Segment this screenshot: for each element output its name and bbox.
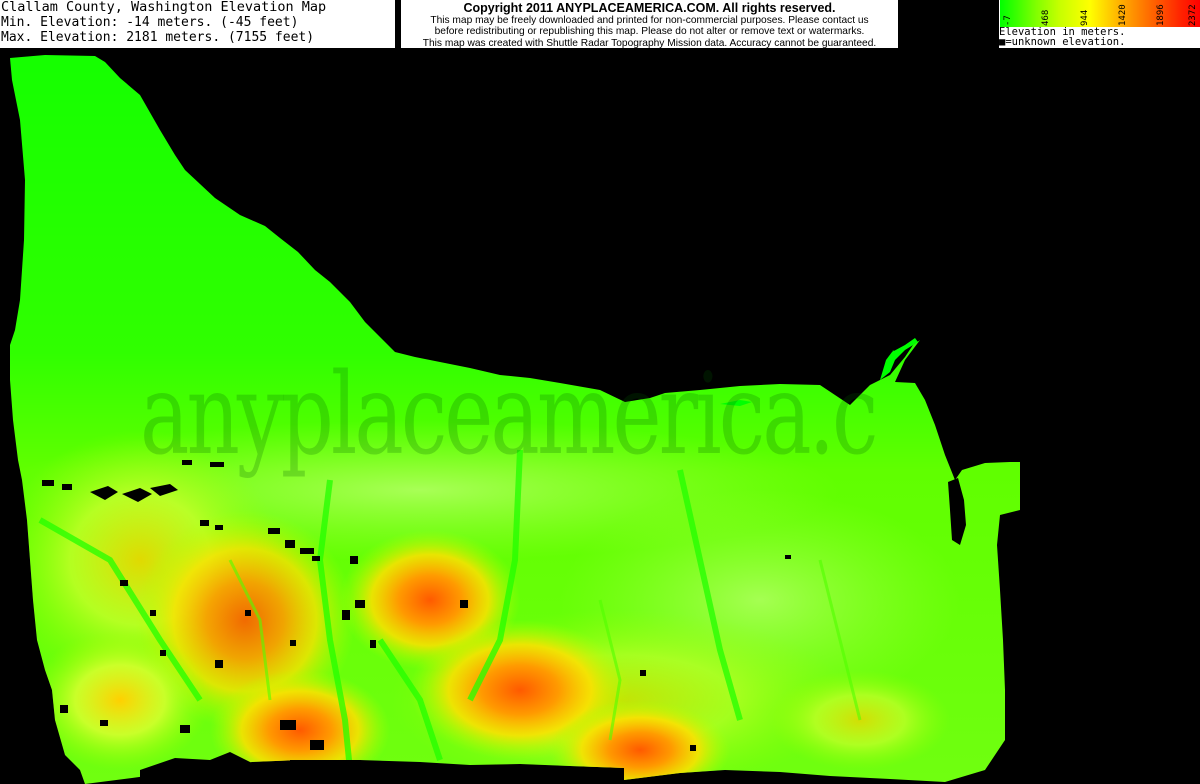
- copyright-line: Copyright 2011 ANYPLACEAMERICA.COM. All …: [463, 1, 836, 15]
- notice-line-1: This map may be freely downloaded and pr…: [430, 15, 869, 26]
- legend-unknown-note: ■=unknown elevation.: [999, 36, 1126, 48]
- legend-tick: 468: [1041, 9, 1051, 26]
- clallam-county-land: [10, 55, 1020, 784]
- min-elevation-text: Min. Elevation: -14 meters. (-45 feet): [1, 15, 299, 30]
- map-info-panel: Clallam County, Washington Elevation Map…: [0, 0, 395, 48]
- legend-tick: -7: [1003, 15, 1013, 26]
- max-elevation-text: Max. Elevation: 2181 meters. (7155 feet): [1, 30, 315, 45]
- legend-tick: 1896: [1156, 4, 1166, 26]
- copyright-notice: Copyright 2011 ANYPLACEAMERICA.COM. All …: [401, 0, 898, 49]
- elevation-map: [10, 55, 1020, 784]
- legend-tick: 2372: [1188, 4, 1198, 26]
- legend-color-bar: [1000, 0, 1200, 27]
- elevation-legend: -7 468 944 1420 1896 2372 Elevation in m…: [999, 0, 1200, 48]
- notice-line-3: This map was created with Shuttle Radar …: [422, 37, 877, 49]
- map-title: Clallam County, Washington Elevation Map: [1, 0, 327, 15]
- legend-tick: 1420: [1118, 4, 1128, 26]
- notice-line-2: before redistributing or republishing th…: [434, 26, 865, 38]
- legend-tick: 944: [1080, 9, 1090, 26]
